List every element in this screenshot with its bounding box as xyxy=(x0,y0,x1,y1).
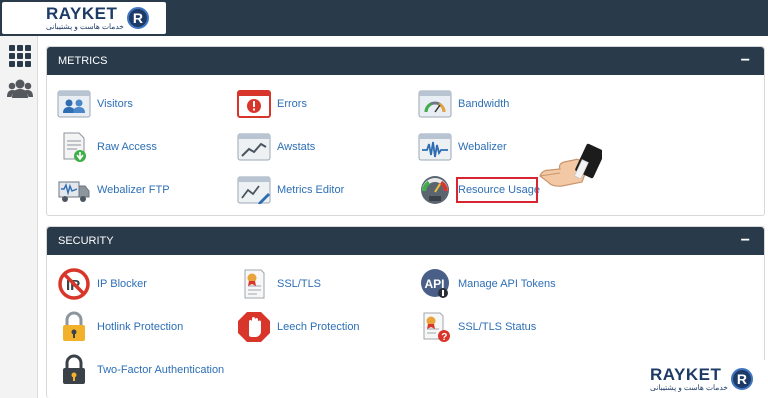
metrics-item-label: Errors xyxy=(277,98,307,110)
pointing-hand-icon xyxy=(538,140,605,190)
security-item-ip-blocker[interactable]: IP IP Blocker xyxy=(57,267,147,301)
hotlink-lock-icon xyxy=(57,311,91,343)
security-item-label: Hotlink Protection xyxy=(97,321,184,333)
security-item-label: Two-Factor Authentication xyxy=(97,364,225,376)
corner-brand-tagline: خدمات هاست و پشتیبانی xyxy=(650,383,728,393)
security-item-leech-protection[interactable]: Leech Protection xyxy=(237,310,360,344)
corner-brand-mark-icon: R xyxy=(730,368,753,390)
webalizer-icon xyxy=(418,131,452,163)
security-item-label: SSL/TLS xyxy=(277,278,322,290)
metrics-panel: METRICS − Visitors Errors Bandwidth Raw … xyxy=(46,46,765,216)
brand-name: RAYKET xyxy=(46,4,118,24)
leech-hand-icon xyxy=(237,311,271,343)
corner-brand-name: RAYKET xyxy=(650,365,722,385)
metrics-item-awstats[interactable]: Awstats xyxy=(237,130,315,164)
brand-tagline: خدمات هاست و پشتیبانی xyxy=(46,22,124,32)
security-header[interactable]: SECURITY − xyxy=(47,227,764,255)
webalizer-ftp-icon xyxy=(57,174,91,206)
metrics-item-label: Awstats xyxy=(277,141,316,153)
awstats-icon xyxy=(237,131,271,163)
corner-brand-logo: RAYKET خدمات هاست و پشتیبانی R xyxy=(612,360,768,398)
sidebar xyxy=(0,36,38,398)
brand-mark-icon: R xyxy=(126,7,149,29)
security-item-label: SSL/TLS Status xyxy=(458,321,537,333)
svg-text:?: ? xyxy=(441,332,447,343)
security-collapse-button[interactable]: − xyxy=(741,232,750,250)
raw-access-icon xyxy=(57,131,91,163)
security-item-label: IP Blocker xyxy=(97,278,147,290)
security-item-hotlink-protection[interactable]: Hotlink Protection xyxy=(57,310,183,344)
security-item-label: Leech Protection xyxy=(277,321,360,333)
metrics-header[interactable]: METRICS − xyxy=(47,47,764,75)
resource-usage-highlight xyxy=(456,177,538,203)
brand-logo[interactable]: RAYKET خدمات هاست و پشتیبانی R xyxy=(2,2,166,34)
metrics-title: METRICS xyxy=(58,55,108,67)
apps-grid-icon[interactable] xyxy=(7,44,31,68)
two-factor-lock-icon xyxy=(57,354,91,386)
metrics-item-errors[interactable]: Errors xyxy=(237,87,307,121)
metrics-item-label: Bandwidth xyxy=(458,98,510,110)
resource-usage-icon xyxy=(418,174,452,206)
metrics-collapse-button[interactable]: − xyxy=(741,52,750,70)
ssl-tls-icon xyxy=(237,268,271,300)
metrics-item-label: Raw Access xyxy=(97,141,157,153)
metrics-item-label: Webalizer xyxy=(458,141,507,153)
metrics-item-bandwidth[interactable]: Bandwidth xyxy=(418,87,509,121)
ip-blocker-icon: IP xyxy=(57,268,91,300)
metrics-item-label: Webalizer FTP xyxy=(97,184,170,196)
visitors-icon xyxy=(57,88,91,120)
api-tokens-icon: API xyxy=(418,268,452,300)
security-item-manage-api-tokens[interactable]: API Manage API Tokens xyxy=(418,267,556,301)
metrics-item-raw-access[interactable]: Raw Access xyxy=(57,130,157,164)
security-item-label: Manage API Tokens xyxy=(458,278,556,290)
metrics-item-label: Metrics Editor xyxy=(277,184,345,196)
security-title: SECURITY xyxy=(58,235,114,247)
metrics-item-webalizer[interactable]: Webalizer xyxy=(418,130,507,164)
metrics-item-visitors[interactable]: Visitors xyxy=(57,87,133,121)
metrics-item-metrics-editor[interactable]: Metrics Editor xyxy=(237,173,344,207)
ssl-status-icon: ? xyxy=(418,311,452,343)
security-item-ssl-tls-status[interactable]: ? SSL/TLS Status xyxy=(418,310,536,344)
security-item-ssl-tls[interactable]: SSL/TLS xyxy=(237,267,321,301)
security-item-two-factor-authentication[interactable]: Two-Factor Authentication xyxy=(57,353,224,387)
metrics-item-webalizer-ftp[interactable]: Webalizer FTP xyxy=(57,173,170,207)
bandwidth-icon xyxy=(418,88,452,120)
metrics-editor-icon xyxy=(237,174,271,206)
users-icon[interactable] xyxy=(7,78,33,102)
metrics-item-label: Visitors xyxy=(97,98,133,110)
top-bar: RAYKET خدمات هاست و پشتیبانی R xyxy=(0,0,768,36)
errors-icon xyxy=(237,88,271,120)
